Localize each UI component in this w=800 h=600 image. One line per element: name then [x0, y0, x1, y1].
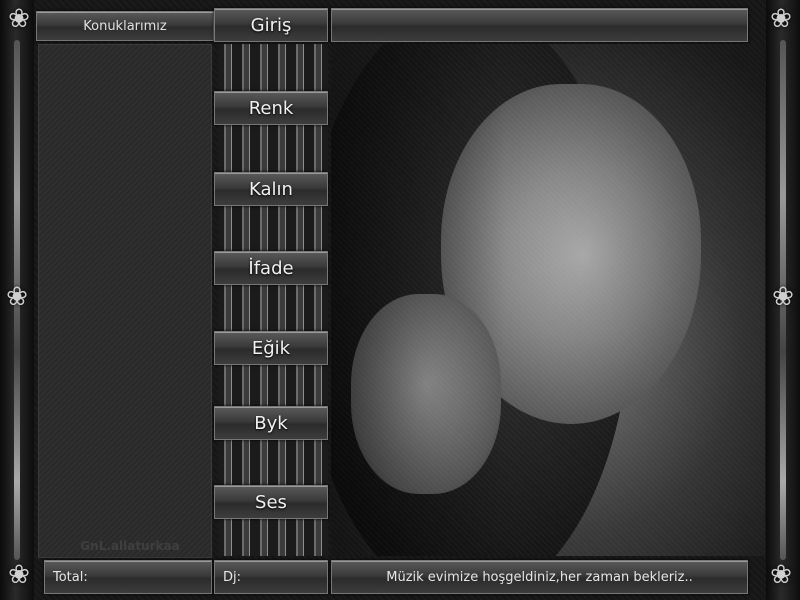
- enlarge-button-label: Byk: [254, 412, 288, 434]
- total-count-bar: Total:: [44, 560, 212, 594]
- chat-skin: ❀ ❀ ❀ ❀ ❀ ❀ Konuklarımız GnL.allaturkaa …: [0, 0, 800, 600]
- bold-button[interactable]: Kalın: [214, 172, 328, 206]
- welcome-message-bar: Müzik evimize hoşgeldiniz,her zaman bekl…: [331, 560, 748, 594]
- background-photo: [331, 44, 765, 556]
- sound-button[interactable]: Ses: [214, 485, 328, 519]
- italic-button-label: Eğik: [251, 337, 291, 359]
- dj-bar: Dj:: [214, 560, 328, 594]
- lily-flower-icon: ❀: [772, 282, 794, 312]
- total-label: Total:: [53, 569, 88, 585]
- top-banner-bar: [331, 8, 748, 42]
- guest-list-panel[interactable]: [38, 44, 212, 558]
- guest-list-title: Konuklarımız: [83, 18, 167, 34]
- dj-label: Dj:: [223, 569, 242, 585]
- lily-flower-icon: ❀: [770, 560, 792, 590]
- emoticon-button[interactable]: İfade: [214, 251, 328, 285]
- welcome-message: Müzik evimize hoşgeldiniz,her zaman bekl…: [386, 569, 693, 585]
- guest-list-header: Konuklarımız: [36, 11, 214, 41]
- lily-flower-icon: ❀: [770, 4, 792, 34]
- bold-button-label: Kalın: [249, 178, 293, 200]
- lily-flower-icon: ❀: [8, 560, 30, 590]
- italic-button[interactable]: Eğik: [214, 331, 328, 365]
- color-button[interactable]: Renk: [214, 91, 328, 125]
- emoticon-button-label: İfade: [248, 257, 294, 279]
- enlarge-button[interactable]: Byk: [214, 406, 328, 440]
- credit-watermark: GnL.allaturkaa: [80, 539, 180, 553]
- login-button[interactable]: Giriş: [214, 8, 328, 42]
- login-button-label: Giriş: [250, 14, 292, 36]
- lily-flower-icon: ❀: [8, 4, 30, 34]
- color-button-label: Renk: [248, 97, 294, 119]
- sound-button-label: Ses: [255, 491, 287, 513]
- lily-flower-icon: ❀: [6, 282, 28, 312]
